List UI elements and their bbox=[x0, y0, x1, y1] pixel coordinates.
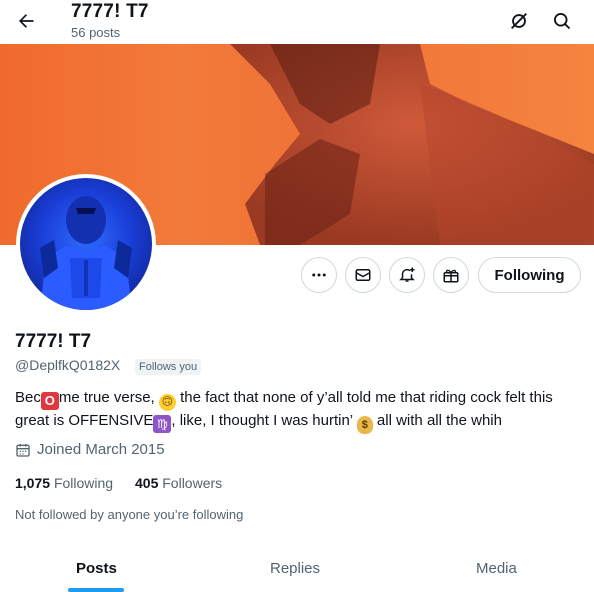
following-button[interactable]: Following bbox=[478, 257, 581, 293]
arrow-left-icon bbox=[19, 14, 34, 28]
user-handle: @DeplfkQ0182X bbox=[15, 357, 121, 373]
post-count: 56 posts bbox=[71, 25, 121, 40]
search-icon bbox=[554, 13, 571, 30]
joined-date: Joined March 2015 bbox=[15, 441, 165, 458]
notify-button[interactable] bbox=[389, 257, 425, 293]
more-icon bbox=[312, 273, 326, 277]
bio-text: all with all the whih bbox=[376, 412, 502, 429]
followers-stat[interactable]: 405 Followers bbox=[135, 475, 222, 491]
bio: Bec Ome true verse, 🙃 the fact that none … bbox=[15, 388, 585, 434]
bio-text: Bec bbox=[15, 389, 41, 406]
back-button[interactable] bbox=[10, 5, 42, 37]
tab-replies[interactable]: Replies bbox=[270, 560, 320, 577]
notify-icon bbox=[399, 267, 415, 282]
active-tab-indicator bbox=[68, 588, 124, 592]
money-bag-emoji-icon: $ bbox=[356, 416, 373, 434]
subscribe-icon bbox=[443, 269, 459, 283]
bio-text: , like, I thought I was hurtin’ bbox=[171, 412, 353, 429]
more-button[interactable] bbox=[301, 257, 337, 293]
followed-by-text: Not followed by anyone you’re following bbox=[15, 507, 244, 522]
bio-text: me true verse, bbox=[58, 389, 155, 406]
virgo-emoji-icon: ♍ bbox=[153, 415, 172, 433]
avatar-photo bbox=[40, 196, 132, 310]
followers-count: 405 bbox=[135, 475, 159, 491]
search-button[interactable] bbox=[546, 5, 578, 37]
no-signal-icon bbox=[511, 13, 527, 29]
avatar[interactable] bbox=[16, 174, 156, 314]
follows-you-badge: Follows you bbox=[135, 359, 202, 375]
no-signal-button[interactable] bbox=[503, 5, 535, 37]
upside-down-face-emoji-icon: 🙃 bbox=[158, 394, 176, 411]
message-icon bbox=[355, 269, 371, 281]
top-bar: 7777! T7 56 posts bbox=[0, 0, 594, 44]
following-count: 1,075 bbox=[15, 475, 51, 491]
following-label: Following bbox=[53, 475, 114, 491]
subscribe-button[interactable] bbox=[433, 257, 469, 293]
tab-posts[interactable]: Posts bbox=[76, 560, 117, 577]
calendar-icon bbox=[16, 443, 30, 457]
red-o-emoji-icon: O bbox=[40, 392, 59, 410]
joined-text: Joined March 2015 bbox=[37, 441, 165, 458]
page-title: 7777! T7 bbox=[71, 1, 149, 22]
message-button[interactable] bbox=[345, 257, 381, 293]
following-stat[interactable]: 1,075 Following bbox=[15, 475, 113, 491]
followers-label: Followers bbox=[162, 475, 223, 491]
display-name: 7777! T7 bbox=[15, 331, 92, 352]
tab-media[interactable]: Media bbox=[476, 560, 517, 577]
